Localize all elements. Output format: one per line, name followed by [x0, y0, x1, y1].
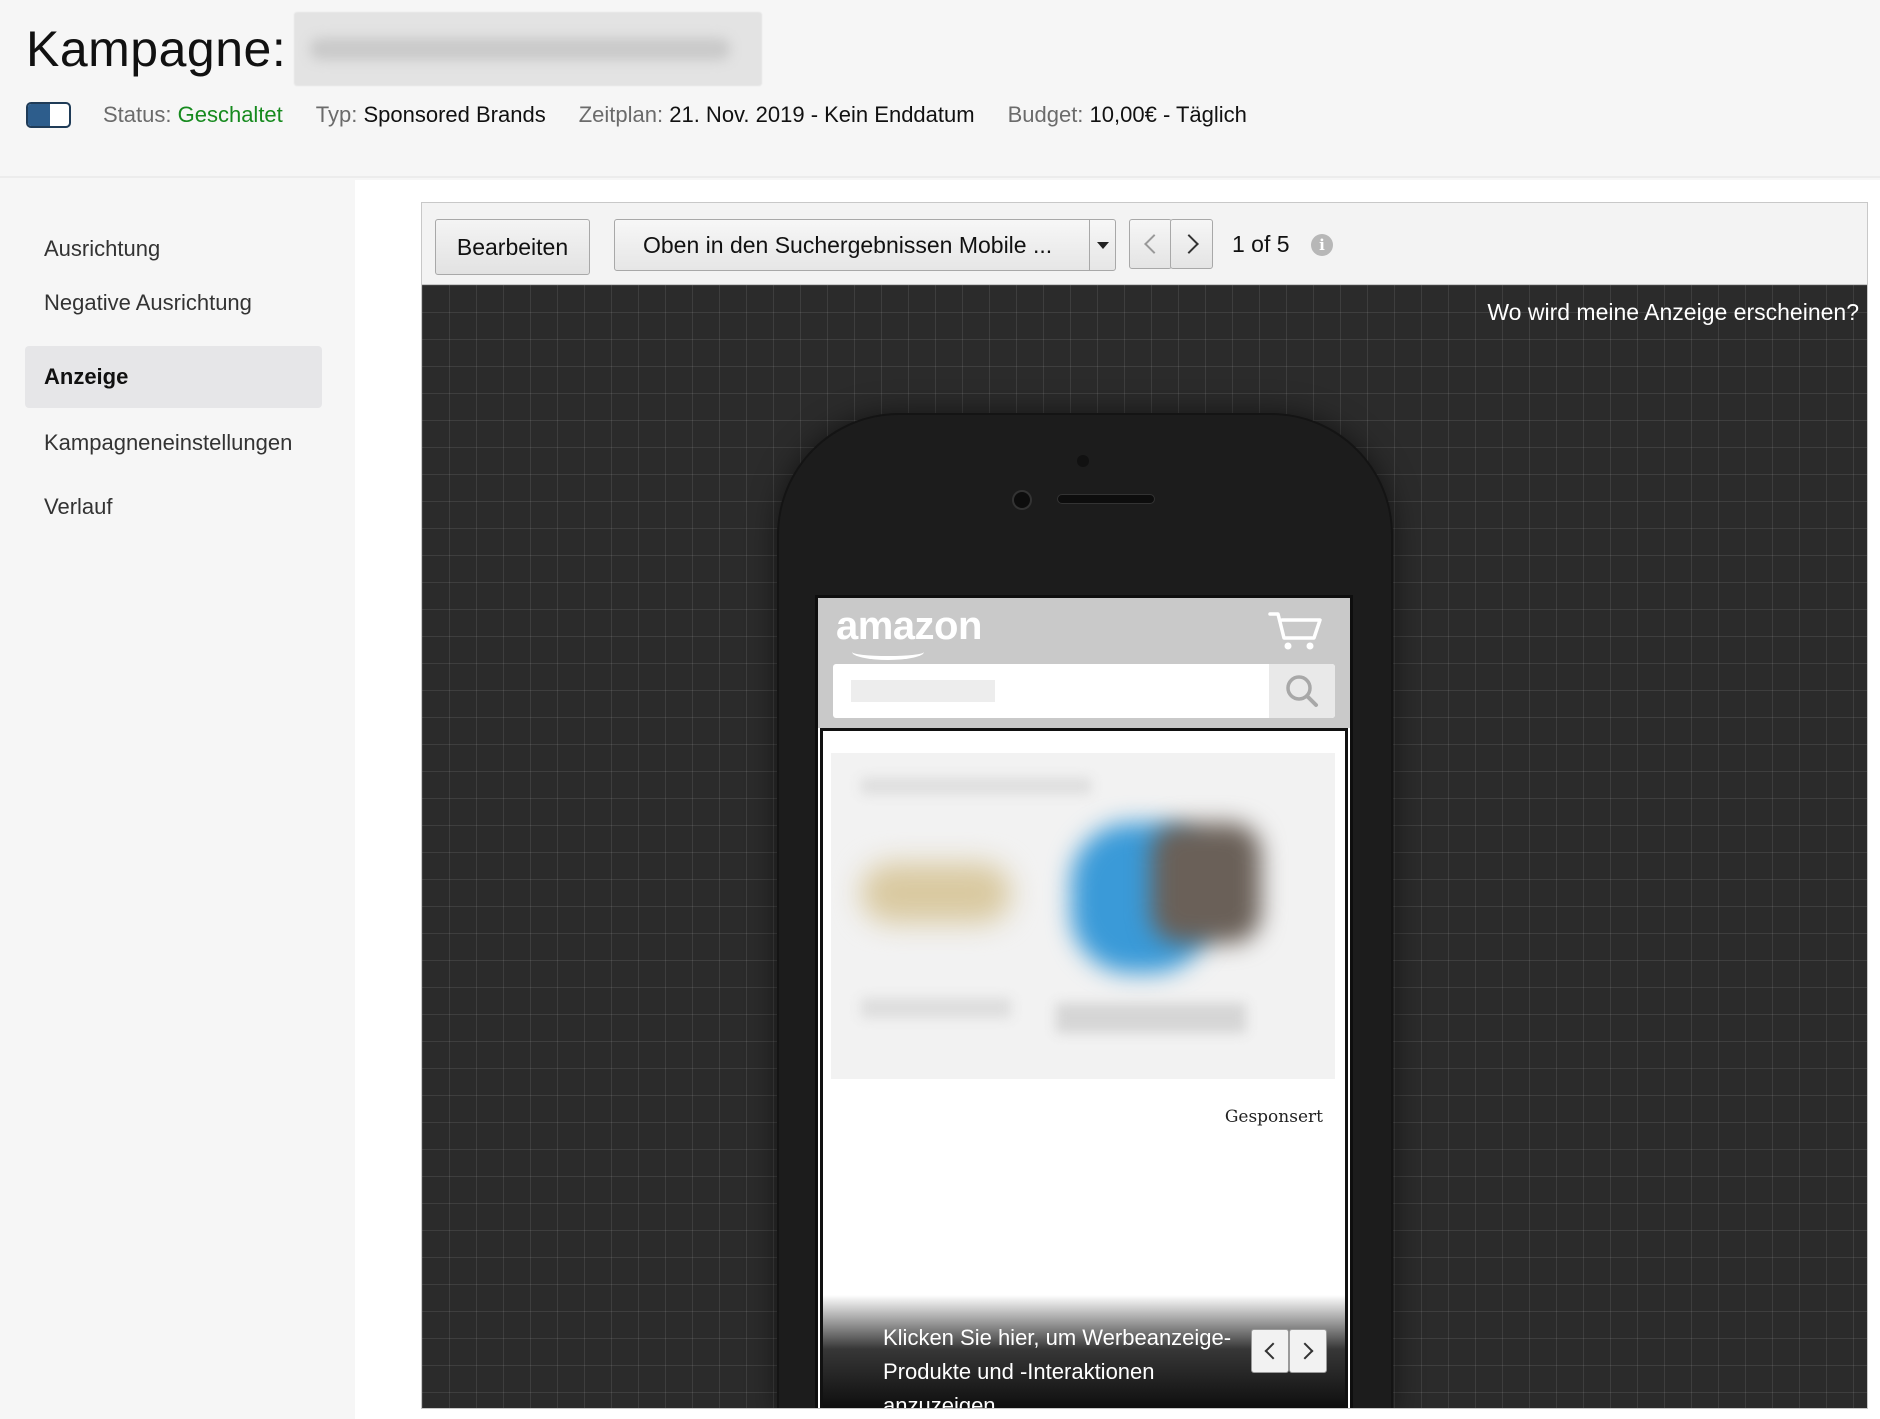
previous-placement-button[interactable] [1129, 219, 1172, 269]
page-title: Kampagne: [26, 21, 287, 77]
pager-indicator: 1 of 5 [1232, 230, 1290, 257]
sidebar-item-negative-ausrichtung[interactable]: Negative Ausrichtung [25, 272, 322, 334]
sidebar-item-ausrichtung[interactable]: Ausrichtung [25, 218, 322, 280]
amazon-smile-icon [852, 644, 924, 660]
amazon-search-input [833, 664, 1335, 718]
chevron-left-icon [1143, 234, 1164, 254]
ad-prev-button[interactable] [1251, 1329, 1289, 1373]
search-placeholder-bar [851, 680, 995, 702]
cart-icon [1268, 612, 1322, 650]
campaign-name-redacted [294, 12, 763, 86]
schedule-value: 21. Nov. 2019 - Kein Enddatum [669, 102, 975, 127]
edit-button[interactable]: Bearbeiten [435, 219, 590, 275]
budget-value: 10,00€ - Täglich [1089, 102, 1247, 127]
chevron-down-icon [1089, 220, 1115, 270]
type-meta: Typ: Sponsored Brands [316, 102, 546, 128]
interaction-hint-text[interactable]: Klicken Sie hier, um Werbeanzeige-Produk… [883, 1321, 1263, 1408]
where-will-ad-appear-link[interactable]: Wo wird meine Anzeige erscheinen? [1487, 299, 1859, 326]
preview-stage: Wo wird meine Anzeige erscheinen? amazon [422, 285, 1867, 1408]
search-icon [1269, 664, 1335, 718]
ad-interaction-bar: Klicken Sie hier, um Werbeanzeige-Produk… [823, 1295, 1345, 1408]
phone-speaker [1057, 494, 1155, 504]
sidebar: Ausrichtung Negative Ausrichtung Anzeige… [0, 180, 355, 1419]
sidebar-item-verlauf[interactable]: Verlauf [25, 476, 322, 538]
campaign-status-toggle[interactable] [26, 102, 71, 128]
ad-next-button[interactable] [1289, 1329, 1327, 1373]
ad-creative-blurred [831, 753, 1335, 1079]
sponsored-brands-ad: Gesponsert Klicken Sie hier, um Werbeanz… [820, 728, 1348, 1408]
sponsored-label: Gesponsert [1224, 1107, 1323, 1127]
ad-preview-panel: Bearbeiten Oben in den Suchergebnissen M… [421, 202, 1868, 1409]
budget-key: Budget: [1007, 102, 1084, 127]
main-content: Bearbeiten Oben in den Suchergebnissen M… [355, 180, 1880, 1419]
chevron-left-icon [1264, 1342, 1282, 1360]
campaign-header: Kampagne: Status: Geschaltet Typ: Sponso… [0, 0, 1880, 178]
phone-mockup: amazon Gesponsert Klicken Sie hier, um W… [779, 415, 1391, 1408]
type-key: Typ: [315, 102, 358, 127]
chevron-right-icon [1296, 1342, 1314, 1360]
title-row: Kampagne: [26, 12, 763, 86]
amazon-app-bar: amazon [818, 598, 1350, 728]
status-value: Geschaltet [177, 102, 283, 127]
status-key: Status: [103, 102, 172, 127]
placement-select-value: Oben in den Suchergebnissen Mobile ... [643, 231, 1053, 258]
schedule-key: Zeitplan: [578, 102, 664, 127]
phone-camera-icon [1012, 490, 1032, 510]
placement-select[interactable]: Oben in den Suchergebnissen Mobile ... [614, 219, 1116, 271]
preview-toolbar: Bearbeiten Oben in den Suchergebnissen M… [422, 203, 1867, 285]
amazon-logo: amazon [836, 604, 982, 648]
budget-meta: Budget: 10,00€ - Täglich [1008, 102, 1247, 128]
campaign-meta: Status: Geschaltet Typ: Sponsored Brands… [26, 100, 1280, 130]
sidebar-item-kampagneneinstellungen[interactable]: Kampagneneinstellungen [25, 412, 322, 474]
toggle-knob [28, 104, 50, 126]
schedule-meta: Zeitplan: 21. Nov. 2019 - Kein Enddatum [579, 102, 975, 128]
type-value: Sponsored Brands [363, 102, 546, 127]
sidebar-item-anzeige[interactable]: Anzeige [25, 346, 322, 408]
next-placement-button[interactable] [1170, 219, 1213, 269]
chevron-right-icon [1178, 234, 1199, 254]
phone-sensor [1077, 455, 1089, 467]
info-icon[interactable]: i [1311, 234, 1333, 256]
phone-screen: amazon Gesponsert Klicken Sie hier, um W… [815, 595, 1353, 1408]
status-meta: Status: Geschaltet [103, 102, 283, 128]
